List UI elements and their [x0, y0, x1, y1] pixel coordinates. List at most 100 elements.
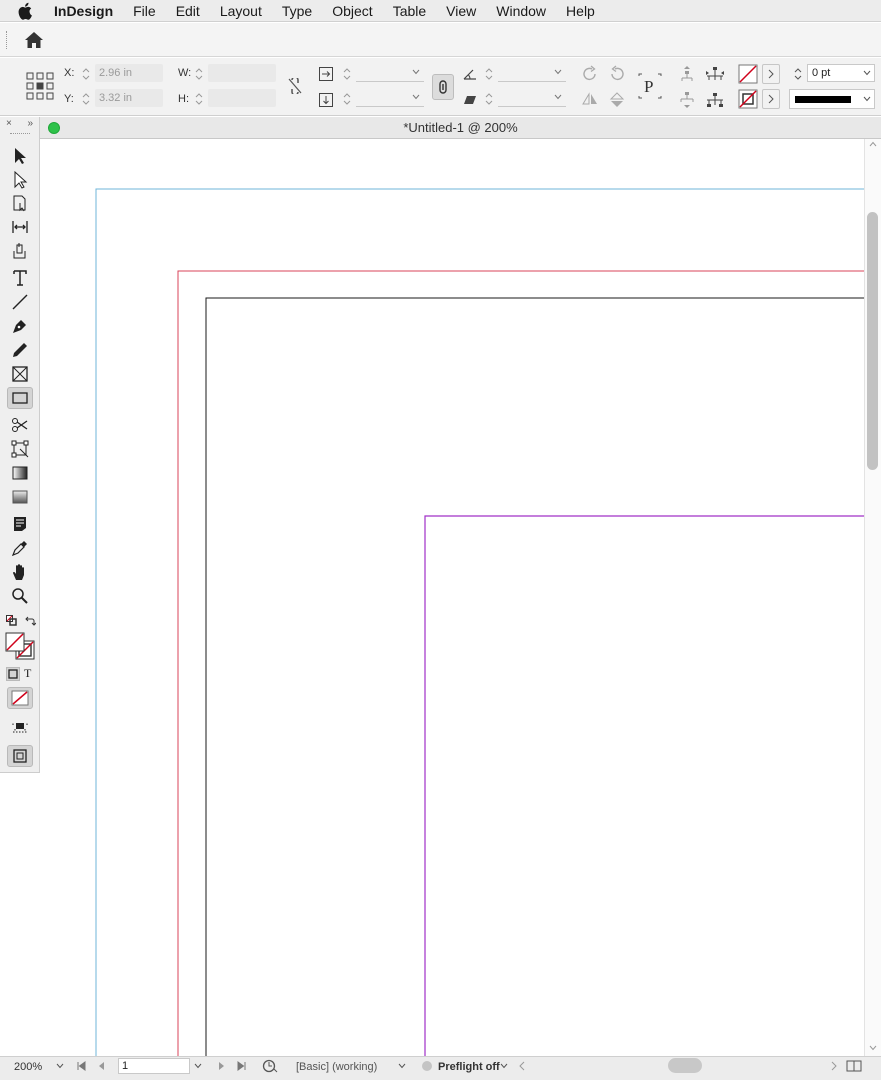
- gradient-feather-tool-icon[interactable]: [7, 486, 33, 508]
- hand-tool-icon[interactable]: [7, 561, 33, 583]
- page-chevron-down-icon[interactable]: [194, 1063, 202, 1069]
- rotate-dropdown[interactable]: [498, 64, 566, 82]
- stroke-weight-dropdown[interactable]: 0 pt: [807, 64, 875, 82]
- menu-help[interactable]: Help: [556, 0, 605, 22]
- first-page-icon[interactable]: [76, 1061, 86, 1071]
- shear-dropdown[interactable]: [498, 89, 566, 107]
- h-field[interactable]: [208, 89, 276, 107]
- open-document-icon[interactable]: [262, 1059, 278, 1073]
- line-tool-icon[interactable]: [7, 291, 33, 313]
- eyedropper-tool-icon[interactable]: [7, 537, 33, 559]
- scale-y-dropdown[interactable]: [356, 89, 424, 107]
- collapse-icon[interactable]: »: [27, 117, 33, 133]
- preflight-status[interactable]: Preflight off: [438, 1058, 500, 1076]
- zoom-chevron-down-icon[interactable]: [56, 1063, 64, 1069]
- select-container-icon[interactable]: [677, 64, 697, 84]
- pen-tool-icon[interactable]: [7, 315, 33, 337]
- menu-app-name[interactable]: InDesign: [54, 0, 123, 22]
- scale-x-dropdown[interactable]: [356, 64, 424, 82]
- screen-mode-icon[interactable]: [7, 716, 33, 738]
- link-scale-icon[interactable]: [432, 74, 454, 100]
- menu-file[interactable]: File: [123, 0, 166, 22]
- rotate-counterclockwise-icon[interactable]: [607, 64, 627, 84]
- formatting-affects-container-icon[interactable]: [6, 667, 20, 681]
- x-field[interactable]: 2.96 in: [95, 64, 163, 82]
- fill-none-swatch-icon[interactable]: [737, 63, 759, 85]
- type-tool-icon[interactable]: [7, 267, 33, 289]
- rotate-clockwise-icon[interactable]: [580, 64, 600, 84]
- rectangle-tool-icon[interactable]: [7, 387, 33, 409]
- swap-fill-stroke-icon[interactable]: [24, 615, 37, 627]
- formatting-affects-text-icon[interactable]: T: [24, 666, 36, 680]
- flip-vertical-icon[interactable]: [607, 90, 627, 110]
- y-field[interactable]: 3.32 in: [95, 89, 163, 107]
- select-content-icon[interactable]: [705, 64, 725, 84]
- content-collector-tool-icon[interactable]: [7, 240, 33, 262]
- gap-tool-icon[interactable]: [7, 216, 33, 238]
- shear-stepper-icon[interactable]: [484, 90, 494, 108]
- horizontal-scroll-thumb[interactable]: [668, 1058, 702, 1073]
- fill-stroke-swatch-icon[interactable]: [5, 632, 37, 662]
- scale-x-stepper-icon[interactable]: [342, 65, 352, 83]
- reference-point-icon[interactable]: [26, 72, 54, 100]
- home-icon[interactable]: [24, 31, 44, 49]
- flip-horizontal-icon[interactable]: [580, 90, 600, 110]
- page-tool-icon[interactable]: [7, 192, 33, 214]
- scroll-up-icon[interactable]: [869, 141, 877, 147]
- y-stepper-icon[interactable]: [81, 90, 91, 108]
- note-tool-icon[interactable]: [7, 513, 33, 535]
- menu-layout[interactable]: Layout: [210, 0, 272, 22]
- free-transform-tool-icon[interactable]: [7, 438, 33, 460]
- split-window-icon[interactable]: [846, 1060, 862, 1072]
- window-close-button[interactable]: [48, 122, 60, 134]
- menu-table[interactable]: Table: [383, 0, 436, 22]
- preflight-chevron-down-icon[interactable]: [500, 1063, 508, 1069]
- default-fill-stroke-icon[interactable]: [6, 615, 17, 626]
- profile-chevron-down-icon[interactable]: [398, 1063, 406, 1069]
- zoom-tool-icon[interactable]: [7, 585, 33, 607]
- selection-tool-icon[interactable]: [7, 145, 33, 167]
- apple-icon[interactable]: [18, 2, 40, 20]
- stroke-none-swatch-icon[interactable]: [737, 88, 759, 110]
- menu-view[interactable]: View: [436, 0, 486, 22]
- tools-panel-grip[interactable]: [10, 133, 30, 136]
- fill-swatch-menu-button[interactable]: [762, 64, 780, 84]
- x-stepper-icon[interactable]: [81, 65, 91, 83]
- stroke-weight-stepper-icon[interactable]: [793, 65, 803, 83]
- menu-edit[interactable]: Edit: [166, 0, 210, 22]
- direct-selection-tool-icon[interactable]: [7, 169, 33, 191]
- w-stepper-icon[interactable]: [194, 65, 204, 83]
- page-number-field[interactable]: 1: [118, 1058, 190, 1074]
- scroll-right-icon[interactable]: [830, 1061, 838, 1071]
- stroke-swatch-menu-button[interactable]: [762, 89, 780, 109]
- document-canvas[interactable]: [40, 139, 864, 1056]
- select-next-object-icon[interactable]: [705, 90, 725, 110]
- vertical-scroll-thumb[interactable]: [867, 212, 878, 470]
- pencil-tool-icon[interactable]: [7, 339, 33, 361]
- scissors-tool-icon[interactable]: [7, 414, 33, 436]
- frame-outline[interactable]: [424, 515, 864, 1056]
- menu-window[interactable]: Window: [486, 0, 556, 22]
- menu-type[interactable]: Type: [272, 0, 322, 22]
- scale-y-stepper-icon[interactable]: [342, 90, 352, 108]
- select-previous-object-icon[interactable]: [677, 90, 697, 110]
- close-icon[interactable]: ×: [6, 117, 12, 133]
- next-page-icon[interactable]: [217, 1061, 227, 1071]
- rectangle-frame-tool-icon[interactable]: [7, 363, 33, 385]
- stroke-type-dropdown[interactable]: [789, 89, 875, 109]
- zoom-level[interactable]: 200%: [14, 1058, 42, 1076]
- last-page-icon[interactable]: [237, 1061, 247, 1071]
- scroll-down-icon[interactable]: [869, 1045, 877, 1051]
- bar-grip-handle[interactable]: [6, 31, 9, 49]
- previous-page-icon[interactable]: [96, 1061, 106, 1071]
- h-stepper-icon[interactable]: [194, 90, 204, 108]
- scroll-left-icon[interactable]: [518, 1061, 526, 1071]
- preflight-profile[interactable]: [Basic] (working): [296, 1058, 377, 1076]
- view-mode-icon[interactable]: [7, 745, 33, 767]
- w-field[interactable]: [208, 64, 276, 82]
- apply-none-icon[interactable]: [7, 687, 33, 709]
- constrain-proportions-icon[interactable]: [285, 76, 305, 96]
- menu-object[interactable]: Object: [322, 0, 382, 22]
- rotate-stepper-icon[interactable]: [484, 65, 494, 83]
- vertical-scrollbar[interactable]: [864, 139, 881, 1056]
